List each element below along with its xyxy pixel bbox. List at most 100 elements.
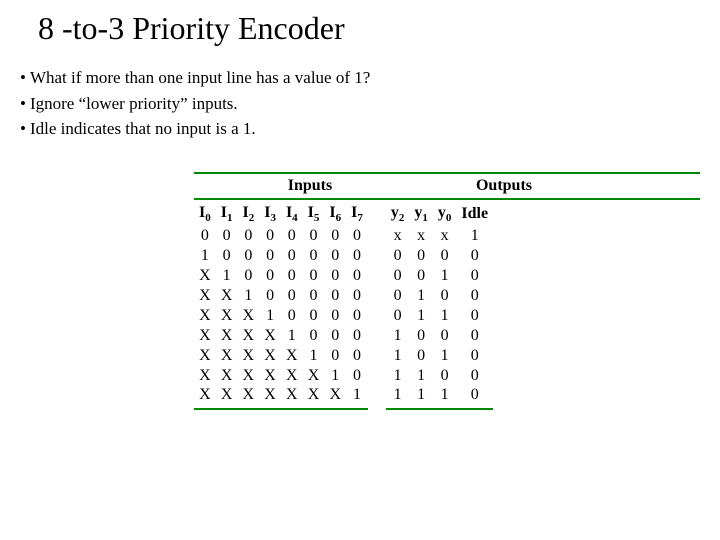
cell-input: 0 [303,306,325,326]
cell-output: 1 [433,266,457,286]
table-header-row: I0 I1 I2 I3 I4 I5 I6 I7 y2 y1 y0 Idle [194,200,493,226]
column-gap [368,346,386,366]
cell-input: 0 [324,346,346,366]
cell-output: 0 [386,266,410,286]
bullet-text: Idle indicates that no input is a 1. [30,119,256,138]
cell-output: 0 [433,246,457,266]
cell-input: X [216,326,238,346]
cell-input: X [281,346,303,366]
cell-output: 1 [409,366,433,386]
cell-output: 0 [456,346,493,366]
column-gap [368,286,386,306]
table-row: XXXXXX101100 [194,366,493,386]
column-gap [368,200,386,226]
table-row: X10000000010 [194,266,493,286]
cell-output: 0 [456,306,493,326]
cell-output: 0 [456,286,493,306]
cell-input: X [194,286,216,306]
cell-input: 1 [259,306,281,326]
cell-output: 0 [409,246,433,266]
column-gap [368,266,386,286]
cell-input: X [237,366,259,386]
cell-output: 0 [456,386,493,409]
cell-input: 1 [216,266,238,286]
outputs-section-label: Outputs [444,177,564,195]
cell-input: X [281,386,303,409]
cell-output: 0 [456,366,493,386]
cell-input: X [259,326,281,346]
cell-input: 0 [303,266,325,286]
cell-output: 1 [433,306,457,326]
cell-input: 0 [259,286,281,306]
cell-input: 0 [346,246,368,266]
cell-output: 0 [433,326,457,346]
cell-input: 0 [303,286,325,306]
cell-input: X [303,386,325,409]
column-gap [368,226,386,246]
cell-output: 0 [386,286,410,306]
cell-input: 0 [216,226,238,246]
cell-input: 0 [281,246,303,266]
bullet-dot: • [20,68,26,87]
cell-output: 0 [409,326,433,346]
col-header-i3: I3 [259,200,281,226]
cell-output: 0 [409,346,433,366]
cell-output: 1 [456,226,493,246]
cell-input: X [237,306,259,326]
cell-input: 0 [346,286,368,306]
cell-input: 0 [281,266,303,286]
table-row: XXXX10001000 [194,326,493,346]
col-header-y2: y2 [386,200,410,226]
cell-output: 0 [433,366,457,386]
bullet-item: •Ignore “lower priority” inputs. [20,91,700,117]
cell-input: X [194,266,216,286]
col-header-i2: I2 [237,200,259,226]
cell-input: X [303,366,325,386]
cell-input: 0 [324,226,346,246]
cell-output: 0 [386,306,410,326]
cell-input: 0 [237,226,259,246]
cell-input: X [216,286,238,306]
cell-input: 0 [346,306,368,326]
cell-input: 0 [237,246,259,266]
table-row: XX1000000100 [194,286,493,306]
cell-input: 0 [324,286,346,306]
col-header-i5: I5 [303,200,325,226]
col-header-i4: I4 [281,200,303,226]
cell-output: 1 [409,306,433,326]
cell-input: 0 [324,266,346,286]
cell-input: 0 [324,326,346,346]
bullet-dot: • [20,119,26,138]
table-row: XXX100000110 [194,306,493,326]
cell-input: 1 [194,246,216,266]
col-header-idle: Idle [456,200,493,226]
cell-output: 1 [433,346,457,366]
cell-input: X [216,346,238,366]
truth-table-body: I0 I1 I2 I3 I4 I5 I6 I7 y2 y1 y0 Idle 00… [194,200,493,410]
cell-input: X [194,346,216,366]
cell-output: 1 [409,386,433,409]
table-row: 00000000xxx1 [194,226,493,246]
col-header-y1: y1 [409,200,433,226]
cell-output: 1 [386,326,410,346]
col-header-y0: y0 [433,200,457,226]
col-header-i1: I1 [216,200,238,226]
bullet-text: What if more than one input line has a v… [30,68,370,87]
table-section-headers: Inputs Outputs [194,172,700,200]
cell-input: 1 [324,366,346,386]
cell-output: 0 [386,246,410,266]
cell-input: 0 [216,246,238,266]
column-gap [368,386,386,409]
cell-input: X [259,346,281,366]
column-gap [368,306,386,326]
cell-input: X [194,366,216,386]
cell-output: 0 [433,286,457,306]
cell-input: 0 [303,326,325,346]
cell-input: 0 [281,306,303,326]
bullet-text: Ignore “lower priority” inputs. [30,94,238,113]
cell-input: X [237,346,259,366]
cell-output: 0 [409,266,433,286]
cell-output: x [433,226,457,246]
bullet-item: •Idle indicates that no input is a 1. [20,116,700,142]
cell-input: X [237,326,259,346]
